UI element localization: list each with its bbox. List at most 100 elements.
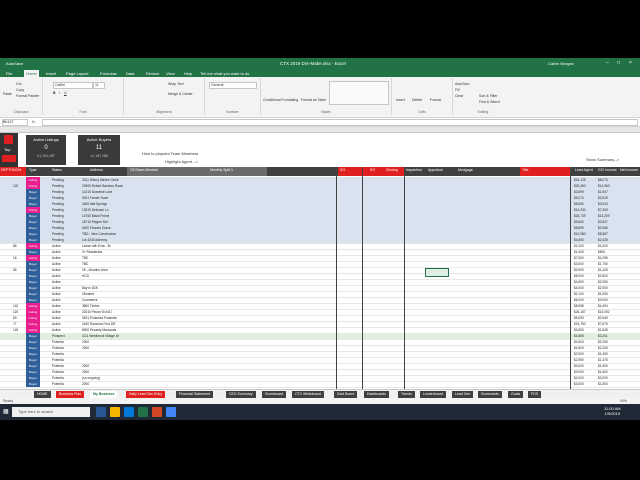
tab-data[interactable]: Data	[126, 71, 134, 76]
delete-cells-button[interactable]: Delete	[412, 98, 422, 102]
tab-formulas[interactable]: Formulas	[100, 71, 117, 76]
col-gci[interactable]: GCI Income	[598, 168, 617, 172]
underline-icon[interactable]: U	[64, 91, 67, 95]
col-inspection[interactable]: Inspection	[406, 168, 422, 172]
sheet-tab[interactable]: Leaderboard	[420, 391, 446, 398]
team-members-link[interactable]: How to pinpoint Team Members	[142, 151, 198, 156]
edge-icon[interactable]	[124, 407, 134, 417]
sheet-tab[interactable]: CEO Summary	[226, 391, 256, 398]
minimize-icon[interactable]: –	[606, 60, 609, 66]
col-split-1[interactable]: Monthly Split 1	[210, 168, 233, 172]
status-cell[interactable]: Potential	[52, 381, 64, 387]
tab-review[interactable]: Review	[146, 71, 159, 76]
zoom-level[interactable]: 40%	[620, 399, 627, 403]
excel-taskbar-icon[interactable]	[138, 407, 148, 417]
sheet-tab[interactable]: My Business	[90, 391, 118, 398]
table-row[interactable]: Buyer Potential 2000 $3,000 $1,500	[0, 381, 640, 388]
chrome-icon[interactable]	[166, 407, 176, 417]
conditional-formatting-button[interactable]: Conditional Formatting	[263, 98, 298, 102]
col-lead-agent[interactable]: Lead Agent	[575, 168, 593, 172]
sheet-tab[interactable]: HOME	[34, 391, 51, 398]
col-net[interactable]: Net Income	[620, 168, 638, 172]
name-box[interactable]: BK127	[2, 119, 28, 126]
col-status[interactable]: Status	[52, 168, 62, 172]
close-icon[interactable]: ×	[629, 60, 632, 66]
title-bar: AutoSave CTX 2019 DIA-Mabe.xlsx - Excel …	[0, 58, 640, 69]
formula-input[interactable]	[42, 119, 638, 126]
sheet-tab[interactable]: Financial Statement	[176, 391, 213, 398]
wrap-text-button[interactable]: Wrap Text	[168, 82, 184, 86]
sheet-tab[interactable]: Business Plan	[56, 391, 85, 398]
sheet-tab[interactable]: Lead Gen	[452, 391, 474, 398]
autosave-toggle[interactable]: AutoSave	[6, 61, 23, 66]
taskbar-clock[interactable]: 11:00 AM 1/9/2019	[604, 406, 621, 416]
file-explorer-icon[interactable]	[110, 407, 120, 417]
col-title[interactable]: Title	[522, 168, 528, 172]
window-title: CTX 2019 DIA-Mabe.xlsx - Excel	[280, 61, 346, 66]
maximize-icon[interactable]: □	[617, 60, 620, 66]
col-so-2[interactable]: SO	[370, 168, 375, 172]
clear-button[interactable]: Clear	[455, 94, 463, 98]
lead-agent-cell[interactable]: $3,000	[574, 381, 584, 387]
col-address[interactable]: Address	[90, 168, 103, 172]
windows-start-icon[interactable]: ▦	[3, 408, 9, 415]
italic-icon[interactable]: I	[59, 91, 60, 95]
gci-cell[interactable]: $1,500	[598, 381, 608, 387]
sheet-tab[interactable]: Dashboards	[364, 391, 389, 398]
fill-button[interactable]: Fill	[455, 88, 459, 92]
excel-window: AutoSave CTX 2019 DIA-Mabe.xlsx - Excel …	[0, 58, 640, 420]
show-summary-link[interactable]: Show Summary-->	[586, 157, 619, 162]
address-cell[interactable]: 2000	[82, 381, 89, 387]
col-depth[interactable]: DEPTH	[1, 168, 13, 172]
sort-filter-button[interactable]: Sort & Filter	[479, 94, 497, 98]
sheet-tab[interactable]: Daily Lead Gen Entry	[126, 391, 166, 398]
selected-cell[interactable]	[425, 268, 449, 277]
sheet-tab[interactable]: Scoreboard	[262, 391, 287, 398]
col-mortgage[interactable]: Mortgage	[458, 168, 473, 172]
powerpoint-icon[interactable]	[152, 407, 162, 417]
home-button[interactable]: Top	[0, 133, 18, 167]
tab-view[interactable]: View	[166, 71, 175, 76]
tab-page-layout[interactable]: Page Layout	[66, 71, 88, 76]
col-appraisal[interactable]: Appraisal	[428, 168, 443, 172]
copy-button[interactable]: Copy	[16, 88, 24, 92]
editing-label: Editing	[477, 110, 489, 114]
tab-home[interactable]: Home	[24, 70, 39, 77]
font-size-select[interactable]: 11	[93, 82, 105, 89]
format-as-table-button[interactable]: Format as Table	[301, 98, 326, 102]
type-cell[interactable]: Buyer	[26, 381, 40, 387]
user-name[interactable]: Calvin Morgan	[548, 61, 574, 66]
font-name-select[interactable]: Calibri	[53, 82, 93, 89]
tab-insert[interactable]: Insert	[46, 71, 56, 76]
merge-center-button[interactable]: Merge & Center	[168, 92, 193, 96]
col-type[interactable]: Type	[29, 168, 37, 172]
tab-tell-me-what-you-want-to-do[interactable]: Tell me what you want to do	[200, 71, 249, 76]
insert-cells-button[interactable]: Insert	[396, 98, 405, 102]
cell-styles-gallery[interactable]	[329, 81, 389, 105]
tab-help[interactable]: Help	[184, 71, 192, 76]
data-grid[interactable]: Listing Pending 3311 Sherry Ashlee Circle $…	[0, 177, 640, 389]
col-dom[interactable]: DOM	[13, 168, 21, 172]
col-team-member-1[interactable]: CE/Team Member	[130, 168, 158, 172]
sheet-tab[interactable]: CTX Whiteboard	[292, 391, 324, 398]
sheet-tab[interactable]: Goals	[508, 391, 524, 398]
sheet-tab[interactable]: PDS	[528, 391, 542, 398]
paste-button[interactable]: Paste	[3, 92, 12, 96]
format-painter-button[interactable]: Format Painter	[16, 94, 39, 98]
sheet-tab[interactable]: Trends	[398, 391, 415, 398]
autosum-button[interactable]: AutoSum	[455, 82, 469, 86]
find-select-button[interactable]: Find & Select	[479, 100, 500, 104]
task-view-icon[interactable]	[96, 407, 106, 417]
sheet-tab[interactable]: Sold Board	[334, 391, 358, 398]
fx-icon[interactable]: fx	[32, 119, 35, 124]
bold-icon[interactable]: B	[53, 91, 56, 95]
home-badge	[2, 155, 16, 162]
tab-file[interactable]: File	[6, 71, 12, 76]
sheet-tab[interactable]: Scorecards	[478, 391, 502, 398]
number-format-select[interactable]: General	[209, 82, 257, 89]
format-cells-button[interactable]: Format	[430, 98, 441, 102]
col-closing[interactable]: Closing	[386, 168, 398, 172]
col-so-1[interactable]: SO	[340, 168, 345, 172]
taskbar-search[interactable]: Type here to search	[12, 407, 90, 417]
cut-button[interactable]: Cut	[16, 82, 21, 86]
